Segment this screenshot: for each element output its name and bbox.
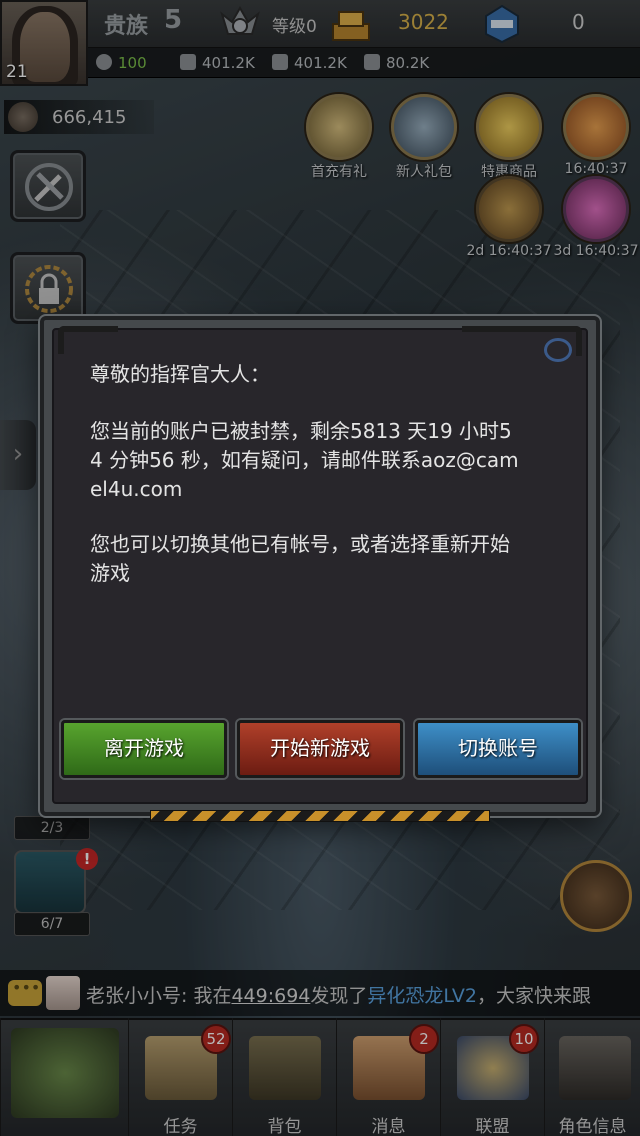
frame-decoration — [58, 326, 118, 354]
hazard-stripe — [150, 810, 490, 822]
new-game-button[interactable]: 开始新游戏 — [237, 720, 403, 778]
ban-message-line: 您当前的账户已被封禁，剩余5813 天19 小时5 — [90, 419, 512, 443]
switch-account-button[interactable]: 切换账号 — [415, 720, 581, 778]
ban-message-line: 4 分钟56 秒，如有疑问，请邮件联系aoz@cam — [90, 448, 519, 472]
dialog-message: 尊敬的指挥官大人： 您当前的账户已被封禁，剩余5813 天19 小时5 4 分钟… — [90, 360, 560, 614]
switch-hint-line: 游戏 — [90, 561, 130, 585]
leave-game-button[interactable]: 离开游戏 — [61, 720, 227, 778]
switch-hint-line: 您也可以切换其他已有帐号，或者选择重新开始 — [90, 532, 510, 556]
frame-decoration — [462, 326, 582, 362]
ban-message-line: el4u.com — [90, 477, 183, 501]
switch-hint: 您也可以切换其他已有帐号，或者选择重新开始 游戏 — [90, 530, 560, 588]
dialog-greeting: 尊敬的指挥官大人： — [90, 362, 270, 386]
ban-message: 您当前的账户已被封禁，剩余5813 天19 小时5 4 分钟56 秒，如有疑问，… — [90, 417, 560, 504]
